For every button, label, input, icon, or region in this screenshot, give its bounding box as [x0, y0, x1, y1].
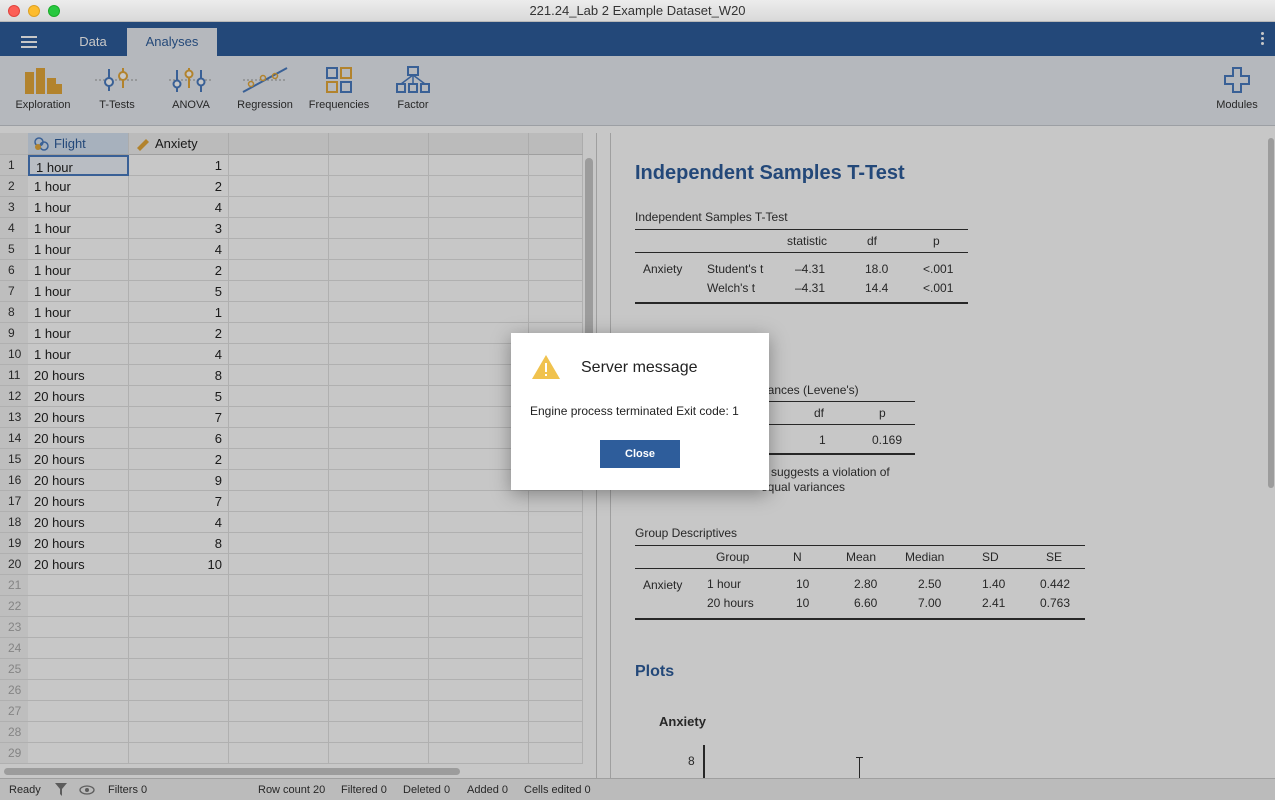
maximize-window-button[interactable] — [48, 5, 60, 17]
close-button[interactable]: Close — [600, 440, 680, 468]
window-titlebar: 221.24_Lab 2 Example Dataset_W20 — [0, 0, 1275, 22]
warning-icon — [532, 355, 560, 379]
server-message-dialog: Server message Engine process terminated… — [511, 333, 769, 490]
close-window-button[interactable] — [8, 5, 20, 17]
minimize-window-button[interactable] — [28, 5, 40, 17]
dialog-title: Server message — [581, 359, 698, 376]
window-title: 221.24_Lab 2 Example Dataset_W20 — [529, 3, 746, 18]
dialog-message: Engine process terminated Exit code: 1 — [530, 404, 739, 418]
